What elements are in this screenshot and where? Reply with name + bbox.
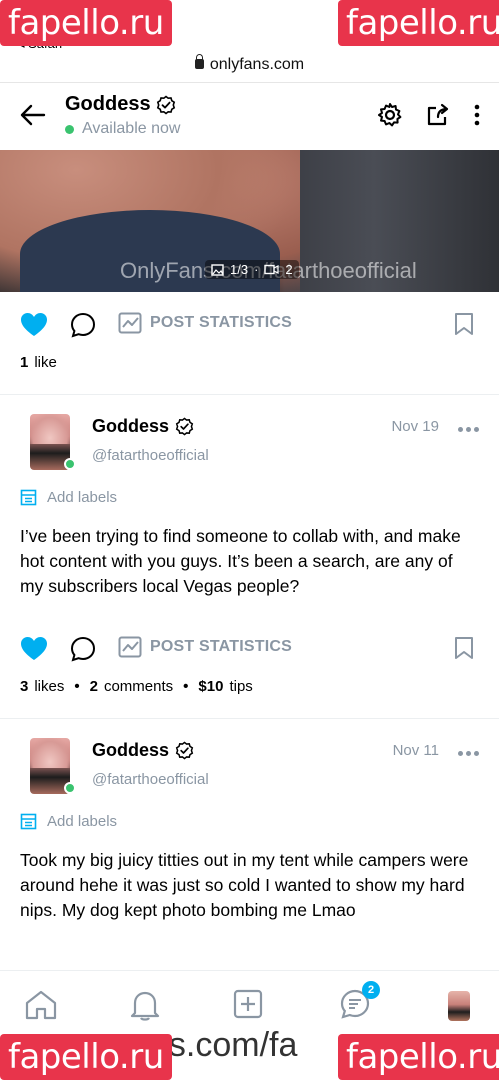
bottom-url-text: ns.com/fa (150, 1026, 298, 1064)
watermark-badge: fapello.ru (338, 1034, 499, 1080)
post-metrics: 3 likes • 2 comments • $10 tips (20, 678, 253, 695)
tips-amount: $10 (198, 678, 224, 695)
media-counter-dot: · (254, 262, 259, 277)
messages-button[interactable]: 2 (340, 981, 380, 1024)
gear-icon[interactable] (377, 102, 403, 128)
lock-icon (194, 54, 204, 69)
page-title[interactable]: Goddess (65, 93, 176, 116)
profile-avatar-nav[interactable] (448, 991, 470, 1021)
media-video-count: 2 (285, 262, 293, 277)
post-statistics-button[interactable]: POST STATISTICS (118, 636, 292, 658)
label-icon (20, 813, 37, 830)
video-icon (264, 264, 280, 275)
bell-icon[interactable] (130, 989, 160, 1021)
post-author-handle[interactable]: @fatarthoeofficial (92, 771, 209, 788)
post-statistics-button[interactable]: POST STATISTICS (118, 312, 292, 334)
avatar (448, 991, 470, 1021)
likes-word[interactable]: likes (34, 678, 64, 695)
url-bar[interactable]: onlyfans.com (0, 54, 499, 74)
post-more-icon[interactable] (458, 427, 479, 432)
verified-icon (175, 417, 194, 436)
post-author-handle[interactable]: @fatarthoeofficial (92, 447, 209, 464)
likes-count: 1 (20, 354, 29, 371)
post-card: Goddess @fatarthoeofficial Nov 11 Add la… (0, 718, 499, 970)
post-actions: POST STATISTICS (0, 628, 499, 668)
post-text: I’ve been trying to find someone to coll… (20, 526, 461, 596)
more-vertical-icon[interactable] (473, 102, 481, 128)
comments-word[interactable]: comments (104, 678, 173, 695)
bookmark-icon[interactable] (454, 312, 474, 336)
post-author-name[interactable]: Goddess (92, 416, 194, 437)
bookmark-icon[interactable] (454, 636, 474, 660)
chart-icon (118, 312, 142, 334)
post-statistics-label: POST STATISTICS (150, 314, 292, 331)
back-arrow-icon[interactable] (20, 102, 46, 128)
post-date: Nov 19 (391, 418, 439, 435)
page-title-text: Goddess (65, 93, 151, 115)
online-status: Available now (65, 120, 180, 138)
online-dot-icon (65, 124, 74, 134)
online-dot-icon (64, 782, 76, 794)
comment-icon[interactable] (70, 312, 96, 338)
header-actions (377, 102, 481, 128)
comments-count: 2 (89, 678, 98, 695)
add-labels-text: Add labels (47, 489, 118, 506)
post-more-icon[interactable] (458, 751, 479, 756)
image-icon (211, 263, 224, 276)
add-labels-text: Add labels (47, 813, 118, 830)
messages-badge: 2 (362, 981, 380, 999)
likes-word: like (34, 354, 57, 371)
add-labels-button[interactable]: Add labels (20, 813, 117, 830)
likes-count: 3 (20, 678, 29, 695)
post-text: Took my big juicy titties out in my tent… (20, 850, 469, 920)
media-image-count: 1/3 (230, 262, 249, 277)
heart-icon[interactable] (20, 312, 48, 338)
share-icon[interactable] (425, 102, 451, 128)
online-dot-icon (64, 458, 76, 470)
watermark-badge: fapello.ru (0, 1034, 172, 1080)
add-post-icon[interactable] (233, 989, 263, 1019)
post-image[interactable]: OnlyFans.com/fatarthoeofficial 1/3 · 2 (0, 150, 499, 292)
post-author-name-text: Goddess (92, 416, 170, 436)
profile-header: Goddess Available now (0, 84, 499, 150)
online-status-text: Available now (82, 120, 181, 137)
watermark-badge: fapello.ru (338, 0, 499, 46)
metrics-separator: • (74, 678, 80, 695)
post-statistics-label: POST STATISTICS (150, 638, 292, 655)
url-text: onlyfans.com (209, 56, 305, 73)
post-author-name[interactable]: Goddess (92, 740, 194, 761)
post-card: Goddess @fatarthoeofficial Nov 19 Add la… (0, 394, 499, 718)
watermark-badge: fapello.ru (0, 0, 172, 46)
media-counter: 1/3 · 2 (205, 260, 299, 279)
chart-icon (118, 636, 142, 658)
add-labels-button[interactable]: Add labels (20, 489, 117, 506)
post-metrics: 1 like (20, 354, 57, 371)
home-icon[interactable] (24, 989, 58, 1021)
label-icon (20, 489, 37, 506)
post-actions: POST STATISTICS (0, 304, 499, 344)
metrics-separator: • (183, 678, 189, 695)
verified-icon (156, 94, 175, 115)
post-author-name-text: Goddess (92, 740, 170, 760)
heart-icon[interactable] (20, 636, 48, 662)
tips-word[interactable]: tips (229, 678, 252, 695)
post-date: Nov 11 (392, 742, 439, 759)
comment-icon[interactable] (70, 636, 96, 662)
divider (0, 82, 499, 83)
verified-icon (175, 741, 194, 760)
